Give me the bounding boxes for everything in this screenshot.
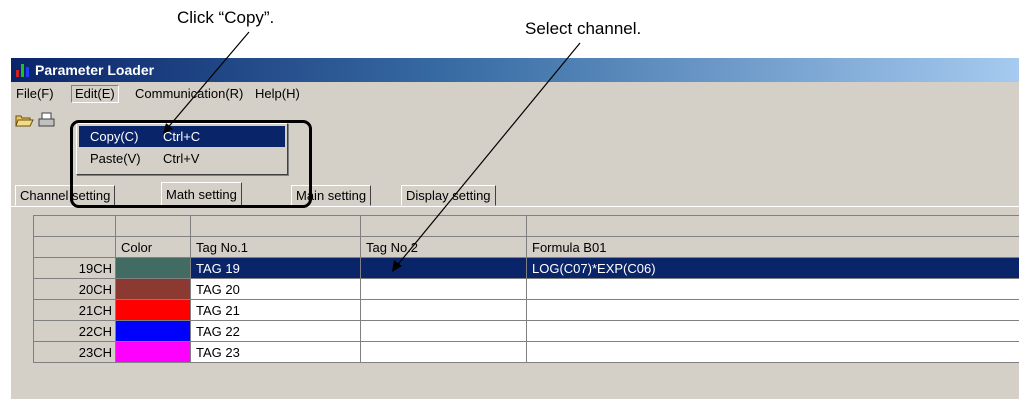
formula-cell[interactable] bbox=[526, 299, 1019, 321]
menu-edit[interactable]: Edit(E) bbox=[71, 85, 119, 103]
channel-instruction: Select channel. bbox=[525, 19, 642, 38]
color-swatch[interactable] bbox=[115, 341, 191, 363]
copy-shortcut: Ctrl+C bbox=[163, 129, 201, 144]
app-window: Parameter Loader File(F) Edit(E) Communi… bbox=[11, 58, 1019, 399]
menu-file[interactable]: File(F) bbox=[13, 86, 57, 102]
table-row[interactable]: 21CH TAG 21 bbox=[33, 299, 1019, 321]
menu-bar: File(F) Edit(E) Communication(R) Help(H) bbox=[11, 83, 1019, 105]
open-folder-icon[interactable] bbox=[14, 110, 34, 130]
tab-main-setting[interactable]: Main setting bbox=[291, 185, 372, 206]
grid-spacer-row bbox=[33, 215, 1019, 237]
print-icon[interactable] bbox=[37, 110, 57, 130]
tag1-cell[interactable]: TAG 21 bbox=[190, 299, 361, 321]
header-formula: Formula B01 bbox=[526, 236, 1019, 258]
copy-instruction: Click “Copy”. bbox=[177, 8, 275, 27]
channel-cell[interactable]: 22CH bbox=[33, 320, 116, 342]
paste-shortcut: Ctrl+V bbox=[163, 151, 200, 166]
table-row[interactable]: 22CH TAG 22 bbox=[33, 320, 1019, 342]
header-tag1: Tag No.1 bbox=[190, 236, 361, 258]
tag1-cell[interactable]: TAG 22 bbox=[190, 320, 361, 342]
color-swatch[interactable] bbox=[115, 278, 191, 300]
color-swatch[interactable] bbox=[115, 320, 191, 342]
header-color: Color bbox=[115, 236, 191, 258]
formula-cell[interactable] bbox=[526, 341, 1019, 363]
tag1-cell[interactable]: TAG 20 bbox=[190, 278, 361, 300]
grid-header-row: Color Tag No.1 Tag No.2 Formula B01 bbox=[33, 236, 1019, 258]
copy-label: Copy(C) bbox=[90, 129, 139, 144]
paste-label: Paste(V) bbox=[90, 151, 141, 166]
tab-channel-setting[interactable]: Channel setting bbox=[15, 185, 116, 206]
channel-cell[interactable]: 23CH bbox=[33, 341, 116, 363]
channel-cell[interactable]: 21CH bbox=[33, 299, 116, 321]
channel-grid: Color Tag No.1 Tag No.2 Formula B01 19CH… bbox=[33, 215, 1019, 363]
color-swatch[interactable] bbox=[115, 257, 191, 279]
tag1-cell[interactable]: TAG 23 bbox=[190, 341, 361, 363]
copy-menu-item[interactable]: Copy(C) Ctrl+C bbox=[79, 126, 285, 147]
table-row[interactable]: 23CH TAG 23 bbox=[33, 341, 1019, 363]
tab-display-setting[interactable]: Display setting bbox=[401, 185, 496, 206]
title-bar: Parameter Loader bbox=[11, 58, 1019, 82]
formula-cell[interactable]: LOG(C07)*EXP(C06) bbox=[526, 257, 1019, 279]
tag1-cell[interactable]: TAG 19 bbox=[190, 257, 361, 279]
color-swatch[interactable] bbox=[115, 299, 191, 321]
channel-cell[interactable]: 20CH bbox=[33, 278, 116, 300]
app-icon bbox=[16, 64, 30, 77]
paste-menu-item[interactable]: Paste(V) Ctrl+V bbox=[79, 148, 285, 169]
tag2-cell[interactable] bbox=[360, 341, 527, 363]
tag2-cell[interactable] bbox=[360, 299, 527, 321]
edit-menu-dropdown: Copy(C) Ctrl+C Paste(V) Ctrl+V bbox=[76, 123, 288, 175]
formula-cell[interactable] bbox=[526, 278, 1019, 300]
table-row[interactable]: 19CH TAG 19 LOG(C07)*EXP(C06) bbox=[33, 257, 1019, 279]
menu-communication[interactable]: Communication(R) bbox=[132, 86, 246, 102]
formula-cell[interactable] bbox=[526, 320, 1019, 342]
channel-cell[interactable]: 19CH bbox=[33, 257, 116, 279]
header-tag2: Tag No.2 bbox=[360, 236, 527, 258]
table-row[interactable]: 20CH TAG 20 bbox=[33, 278, 1019, 300]
tab-strip: Channel setting Math setting Main settin… bbox=[11, 181, 1019, 207]
header-channel bbox=[33, 236, 116, 258]
window-title: Parameter Loader bbox=[35, 62, 155, 78]
tab-math-setting[interactable]: Math setting bbox=[161, 182, 242, 207]
tag2-cell[interactable] bbox=[360, 320, 527, 342]
tag2-cell[interactable] bbox=[360, 278, 527, 300]
menu-help[interactable]: Help(H) bbox=[252, 86, 303, 102]
tag2-cell[interactable] bbox=[360, 257, 527, 279]
